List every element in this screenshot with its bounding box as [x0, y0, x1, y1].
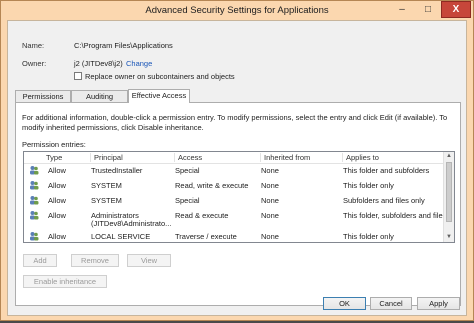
cell-principal: TrustedInstaller [91, 166, 143, 175]
cancel-button[interactable]: Cancel [370, 297, 412, 310]
cell-access: Special [175, 196, 200, 205]
cell-principal: LOCAL SERVICE [91, 232, 151, 241]
cell-type: Allow [48, 232, 66, 241]
minimize-button[interactable]: – [389, 1, 415, 18]
scrollbar-thumb[interactable] [446, 162, 452, 222]
user-group-icon [30, 166, 39, 175]
grid-header: Type Principal Access Inherited from App… [24, 152, 444, 164]
cell-inherited-from: None [261, 196, 279, 205]
tab-effective-access[interactable]: Effective Access [128, 89, 190, 103]
column-header-access[interactable]: Access [174, 153, 202, 162]
cell-type: Allow [48, 196, 66, 205]
advanced-security-window: Advanced Security Settings for Applicati… [0, 0, 474, 321]
column-header-type[interactable]: Type [46, 153, 62, 162]
maximize-button[interactable]: □ [415, 1, 441, 18]
cell-principal: SYSTEM [91, 196, 122, 205]
cell-inherited-from: None [261, 232, 279, 241]
permission-entries-list[interactable]: Type Principal Access Inherited from App… [23, 151, 455, 243]
cell-inherited-from: None [261, 181, 279, 190]
user-group-icon [30, 211, 39, 220]
cell-principal-detail: (JITDev8\Administrato... [91, 219, 172, 228]
title-bar[interactable]: Advanced Security Settings for Applicati… [1, 1, 473, 20]
column-header-applies-to[interactable]: Applies to [342, 153, 379, 162]
cell-type: Allow [48, 166, 66, 175]
cell-type: Allow [48, 211, 66, 220]
owner-label: Owner: [22, 59, 47, 68]
add-button[interactable]: Add [23, 254, 57, 267]
info-text-line-1: For additional information, double-click… [22, 113, 448, 122]
info-text-line-2: modify inherited permissions, click Disa… [22, 123, 204, 132]
cell-type: Allow [48, 181, 66, 190]
name-value: C:\Program Files\Applications [74, 41, 173, 50]
cell-applies-to: Subfolders and files only [343, 196, 425, 205]
tab-auditing[interactable]: Auditing [71, 90, 128, 102]
cell-access: Traverse / execute [175, 232, 237, 241]
cell-inherited-from: None [261, 166, 279, 175]
cell-applies-to: This folder only [343, 181, 394, 190]
cell-applies-to: This folder and subfolders [343, 166, 430, 175]
replace-owner-checkbox[interactable] [74, 72, 82, 80]
apply-button[interactable]: Apply [417, 297, 460, 310]
scroll-down-arrow-icon[interactable]: ▼ [444, 233, 454, 242]
remove-button[interactable]: Remove [71, 254, 119, 267]
permission-row[interactable]: Allow TrustedInstaller Special None This… [24, 164, 444, 177]
permission-row[interactable]: Allow SYSTEM Read, write & execute None … [24, 179, 444, 192]
column-header-principal[interactable]: Principal [90, 153, 123, 162]
replace-owner-label[interactable]: Replace owner on subcontainers and objec… [85, 72, 235, 81]
close-button[interactable]: X [441, 1, 471, 18]
cell-principal: SYSTEM [91, 181, 122, 190]
permission-row[interactable]: Allow SYSTEM Special None Subfolders and… [24, 194, 444, 207]
permission-row[interactable]: Allow Administrators (JITDev8\Administra… [24, 209, 447, 228]
user-group-icon [30, 181, 39, 190]
cell-access: Read, write & execute [175, 181, 249, 190]
permissions-panel: For additional information, double-click… [15, 102, 461, 306]
user-group-icon [30, 232, 39, 241]
cell-applies-to: This folder, subfolders and files [343, 211, 447, 220]
name-label: Name: [22, 41, 45, 50]
owner-value: j2 (JITDev8\j2) [74, 59, 123, 68]
permission-entries-label: Permission entries: [22, 140, 86, 149]
vertical-scrollbar[interactable]: ▲ ▼ [443, 152, 454, 242]
column-header-inherited-from[interactable]: Inherited from [260, 153, 310, 162]
cell-access: Special [175, 166, 200, 175]
change-owner-link[interactable]: Change [126, 59, 152, 68]
permission-row[interactable]: Allow LOCAL SERVICE Traverse / execute N… [24, 230, 444, 242]
enable-inheritance-button[interactable]: Enable inheritance [23, 275, 107, 288]
scroll-up-arrow-icon[interactable]: ▲ [444, 152, 454, 161]
view-button[interactable]: View [127, 254, 171, 267]
dialog-client-area: Name: C:\Program Files\Applications Owne… [7, 20, 467, 316]
cell-inherited-from: None [261, 211, 279, 220]
ok-button[interactable]: OK [323, 297, 366, 310]
cell-applies-to: This folder only [343, 232, 394, 241]
user-group-icon [30, 196, 39, 205]
cell-access: Read & execute [175, 211, 229, 220]
tab-permissions[interactable]: Permissions [15, 90, 71, 102]
